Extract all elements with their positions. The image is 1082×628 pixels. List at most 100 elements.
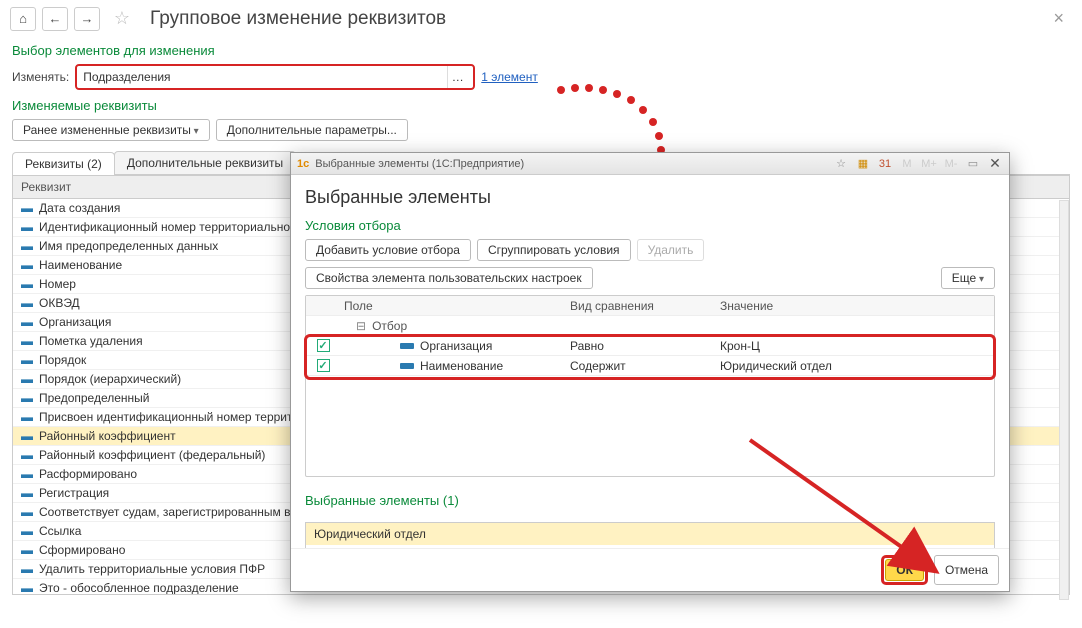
row-marker-icon: ▬	[21, 410, 39, 424]
home-icon[interactable]: ⌂	[10, 7, 36, 31]
attribute-label: Сформировано	[39, 543, 125, 557]
attribute-label: Организация	[39, 315, 111, 329]
attribute-label: ОКВЭД	[39, 296, 80, 310]
filter-row[interactable]: ✓ Организация РавноКрон-Ц	[306, 336, 994, 356]
attribute-label: Дата создания	[39, 201, 120, 215]
checkbox-icon[interactable]: ✓	[317, 339, 330, 352]
row-marker-icon: ▬	[21, 334, 39, 348]
filter-value: Юридический отдел	[720, 359, 994, 373]
row-marker-icon: ▬	[21, 505, 39, 519]
annotation-red-frame-ok: ОК	[881, 555, 928, 585]
attribute-label: Районный коэффициент	[39, 429, 176, 443]
filter-table: Поле Вид сравнения Значение ⊟Отбор ✓Орга…	[305, 295, 995, 477]
row-marker-icon: ▬	[21, 220, 39, 234]
row-marker-icon: ▬	[21, 353, 39, 367]
tab-requisites[interactable]: Реквизиты (2)	[12, 152, 115, 175]
field-type-icon	[400, 363, 414, 369]
row-marker-icon: ▬	[21, 258, 39, 272]
cancel-button[interactable]: Отмена	[934, 555, 999, 585]
attribute-label: Присвоен идентификационный номер террито…	[39, 410, 306, 424]
row-marker-icon: ▬	[21, 315, 39, 329]
selected-elements-list: Юридический отдел	[305, 522, 995, 548]
filter-row[interactable]: ✓ Наименование СодержитЮридический отдел	[306, 356, 994, 376]
attribute-label: Удалить территориальные условия ПФР	[39, 562, 265, 576]
filter-field: Организация	[420, 339, 492, 353]
row-marker-icon: ▬	[21, 524, 39, 538]
ok-button[interactable]: ОК	[885, 559, 924, 581]
attribute-label: Номер	[39, 277, 76, 291]
row-marker-icon: ▬	[21, 201, 39, 215]
modal-window-title: Выбранные элементы (1С:Предприятие)	[315, 158, 524, 170]
attribute-label: Пометка удаления	[39, 334, 143, 348]
checkbox-icon[interactable]: ✓	[317, 359, 330, 372]
attribute-label: Предопределенный	[39, 391, 150, 405]
attribute-label: Ссылка	[39, 524, 81, 538]
prev-changed-button[interactable]: Ранее измененные реквизиты	[12, 119, 210, 141]
m-plus-icon[interactable]: M+	[921, 156, 937, 172]
filter-field: Наименование	[420, 359, 503, 373]
row-marker-icon: ▬	[21, 486, 39, 500]
forward-icon[interactable]: →	[74, 7, 100, 31]
user-settings-props-button[interactable]: Свойства элемента пользовательских настр…	[305, 267, 593, 289]
row-marker-icon: ▬	[21, 429, 39, 443]
app-logo-icon: 1c	[297, 158, 309, 170]
row-marker-icon: ▬	[21, 391, 39, 405]
tab-additional[interactable]: Дополнительные реквизиты	[114, 151, 296, 174]
attribute-label: Порядок (иерархический)	[39, 372, 181, 386]
row-marker-icon: ▬	[21, 277, 39, 291]
filter-compare: Равно	[570, 339, 720, 353]
selected-elements-subtitle: Выбранные элементы (1)	[305, 493, 995, 508]
row-marker-icon: ▬	[21, 372, 39, 386]
modal-close-icon[interactable]: ✕	[987, 156, 1003, 172]
selected-elements-dialog: 1c Выбранные элементы (1С:Предприятие) ☆…	[290, 152, 1010, 592]
favorite-star-icon[interactable]: ☆	[112, 9, 132, 29]
favorite-icon[interactable]: ☆	[833, 156, 849, 172]
modal-title: Выбранные элементы	[305, 187, 995, 208]
attribute-label: Порядок	[39, 353, 86, 367]
row-marker-icon: ▬	[21, 543, 39, 557]
more-button[interactable]: Еще	[941, 267, 995, 289]
attribute-label: Это - обособленное подразделение	[39, 581, 239, 594]
attribute-label: Расформировано	[39, 467, 137, 481]
filter-compare: Содержит	[570, 359, 720, 373]
open-picker-icon[interactable]: …	[447, 66, 467, 88]
attribute-label: Регистрация	[39, 486, 109, 500]
row-marker-icon: ▬	[21, 296, 39, 310]
change-label: Изменять:	[12, 70, 69, 84]
attribute-label: Соответствует судам, зарегистрированным …	[39, 505, 290, 519]
back-icon[interactable]: ←	[42, 7, 68, 31]
page-title: Групповое изменение реквизитов	[150, 8, 446, 30]
group-filter-button[interactable]: Сгруппировать условия	[477, 239, 631, 261]
extra-params-button[interactable]: Дополнительные параметры...	[216, 119, 408, 141]
col-compare: Вид сравнения	[570, 299, 720, 313]
delete-filter-button: Удалить	[637, 239, 705, 261]
filter-value: Крон-Ц	[720, 339, 994, 353]
add-filter-button[interactable]: Добавить условие отбора	[305, 239, 471, 261]
attribute-label: Наименование	[39, 258, 122, 272]
selected-element-item[interactable]: Юридический отдел	[306, 523, 994, 545]
attribute-label: Имя предопределенных данных	[39, 239, 218, 253]
minimize-icon[interactable]: ▭	[965, 156, 981, 172]
attribute-label: Районный коэффициент (федеральный)	[39, 448, 265, 462]
attribute-label: Идентификационный номер территориального	[39, 220, 301, 234]
row-marker-icon: ▬	[21, 562, 39, 576]
change-type-value: Подразделения	[83, 70, 170, 84]
elements-count-link[interactable]: 1 элемент	[481, 70, 538, 84]
row-marker-icon: ▬	[21, 467, 39, 481]
col-value: Значение	[720, 299, 994, 313]
row-marker-icon: ▬	[21, 448, 39, 462]
m-icon[interactable]: M	[899, 156, 915, 172]
section-selection-title: Выбор элементов для изменения	[0, 37, 1082, 62]
scrollbar[interactable]	[1059, 200, 1069, 600]
close-icon[interactable]: ×	[1045, 6, 1072, 31]
m-minus-icon[interactable]: M-	[943, 156, 959, 172]
row-marker-icon: ▬	[21, 581, 39, 594]
calendar-icon[interactable]: 31	[877, 156, 893, 172]
section-attrs-title: Изменяемые реквизиты	[0, 92, 1082, 117]
change-type-input[interactable]: Подразделения …	[75, 64, 475, 90]
filter-group-label: Отбор	[372, 319, 407, 333]
field-type-icon	[400, 343, 414, 349]
row-marker-icon: ▬	[21, 239, 39, 253]
grid-icon[interactable]: ▦	[855, 156, 871, 172]
col-field: Поле	[340, 299, 570, 313]
